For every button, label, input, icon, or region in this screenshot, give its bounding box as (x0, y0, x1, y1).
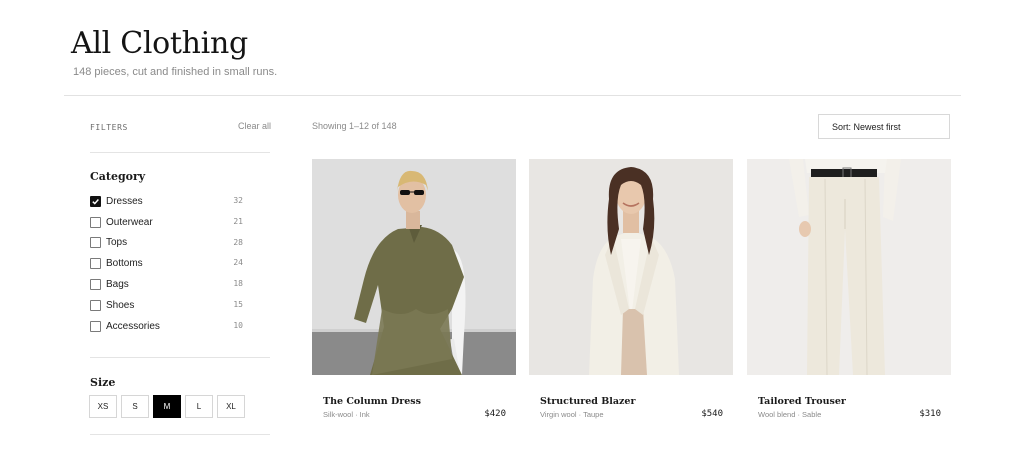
product-price: $420 (484, 409, 506, 419)
category-count: 21 (233, 216, 243, 226)
product-material: Silk-wool · Ink (323, 410, 370, 419)
size-option-xs[interactable]: XS (89, 395, 117, 418)
category-list: Dresses 32 Outerwear 21 Tops 28 Bottoms 24 Bags 1… (90, 191, 245, 337)
product-material: Virgin wool · Taupe (540, 410, 604, 419)
product-price: $310 (919, 409, 941, 419)
category-checkbox[interactable] (90, 320, 101, 332)
product-card[interactable]: The Column Dress Silk-wool · Ink $420 (312, 159, 516, 419)
category-option[interactable]: Tops 28 (90, 233, 245, 254)
category-count: 15 (233, 299, 243, 309)
category-checkbox[interactable] (90, 237, 101, 249)
product-photo (312, 159, 516, 375)
product-image[interactable] (747, 159, 951, 375)
product-material: Wool blend · Sable (758, 410, 822, 419)
size-title: Size (90, 376, 116, 389)
size-option-m[interactable]: M (153, 395, 181, 418)
category-option[interactable]: Accessories 10 (90, 316, 245, 337)
clear-all-link[interactable]: Clear all (238, 121, 271, 131)
header-divider (64, 95, 961, 96)
size-option-xl[interactable]: XL (217, 395, 245, 418)
sort-dropdown[interactable]: Sort: Newest first (818, 114, 950, 139)
category-option[interactable]: Outerwear 21 (90, 212, 245, 233)
category-title: Category (90, 170, 146, 183)
category-checkbox[interactable] (90, 299, 101, 311)
filters-label: FILTERS (90, 123, 128, 132)
product-photo (747, 159, 951, 375)
size-option-s[interactable]: S (121, 395, 149, 418)
size-options: XS S M L XL (89, 395, 245, 418)
product-name[interactable]: Structured Blazer (540, 396, 635, 407)
category-label: Tops (106, 237, 128, 249)
category-checkbox[interactable] (90, 216, 101, 228)
check-icon (92, 198, 99, 205)
category-count: 18 (233, 279, 243, 289)
category-count: 32 (233, 196, 243, 205)
category-label: Bags (106, 279, 129, 291)
filters-divider (90, 152, 270, 153)
category-checkbox[interactable] (90, 258, 101, 270)
category-count: 24 (233, 258, 243, 268)
category-option[interactable]: Shoes 15 (90, 295, 245, 316)
category-count: 28 (233, 237, 243, 247)
category-checkbox[interactable] (90, 195, 101, 207)
category-label: Accessories (106, 320, 160, 332)
product-name[interactable]: Tailored Trouser (758, 396, 846, 407)
page-title: All Clothing (71, 26, 248, 61)
category-divider (90, 357, 270, 358)
category-count: 10 (233, 320, 243, 330)
product-name[interactable]: The Column Dress (323, 396, 421, 407)
size-option-l[interactable]: L (185, 395, 213, 418)
category-option[interactable]: Dresses 32 (90, 191, 245, 212)
product-photo (529, 159, 733, 375)
category-label: Outerwear (106, 216, 153, 228)
category-label: Shoes (106, 299, 135, 311)
page-subtitle: 148 pieces, cut and finished in small ru… (73, 66, 278, 78)
category-checkbox[interactable] (90, 279, 101, 291)
product-image[interactable] (312, 159, 516, 375)
product-price: $540 (701, 409, 723, 419)
size-divider (90, 434, 270, 435)
category-option[interactable]: Bottoms 24 (90, 253, 245, 274)
results-count: Showing 1–12 of 148 (312, 121, 397, 131)
category-label: Dresses (106, 195, 143, 207)
category-option[interactable]: Bags 18 (90, 274, 245, 295)
category-label: Bottoms (106, 258, 143, 270)
product-card[interactable]: Tailored Trouser Wool blend · Sable $310 (747, 159, 951, 419)
product-card[interactable]: Structured Blazer Virgin wool · Taupe $540 (529, 159, 733, 419)
product-image[interactable] (529, 159, 733, 375)
